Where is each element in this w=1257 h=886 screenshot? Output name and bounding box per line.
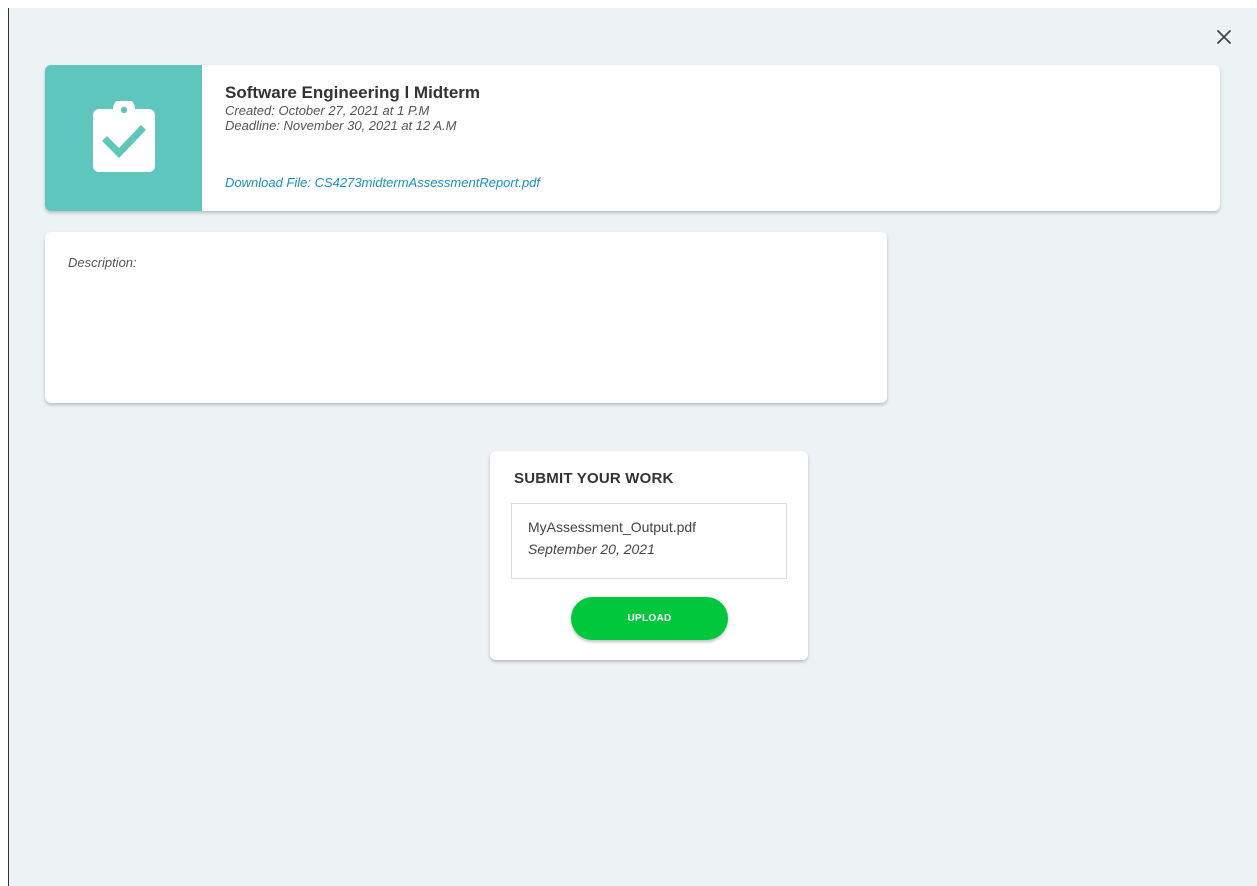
submit-work-card: SUBMIT YOUR WORK MyAssessment_Output.pdf…	[490, 451, 808, 660]
submit-heading: SUBMIT YOUR WORK	[514, 470, 674, 487]
assessment-modal: Software Engineering l Midterm Created: …	[8, 8, 1257, 886]
assignment-header-card: Software Engineering l Midterm Created: …	[45, 65, 1220, 211]
assignment-title: Software Engineering l Midterm	[225, 83, 481, 102]
assignment-icon-panel	[45, 65, 202, 211]
close-button[interactable]	[1213, 26, 1235, 48]
download-file-link[interactable]: Download File: CS4273midtermAssessmentRe…	[225, 175, 540, 190]
assignment-info: Software Engineering l Midterm Created: …	[225, 83, 480, 133]
description-card: Description:	[45, 232, 887, 403]
submitted-file-date: September 20, 2021	[528, 541, 655, 557]
description-label: Description:	[68, 255, 137, 270]
clipboard-check-icon	[93, 101, 155, 172]
close-icon	[1217, 30, 1231, 44]
deadline-date: Deadline: November 30, 2021 at 12 A.M	[225, 118, 457, 133]
created-date: Created: October 27, 2021 at 1 P.M	[225, 103, 430, 118]
submitted-file-name: MyAssessment_Output.pdf	[528, 519, 697, 535]
submitted-file-box[interactable]: MyAssessment_Output.pdf September 20, 20…	[511, 503, 787, 579]
upload-button[interactable]: UPLOAD	[571, 597, 728, 640]
